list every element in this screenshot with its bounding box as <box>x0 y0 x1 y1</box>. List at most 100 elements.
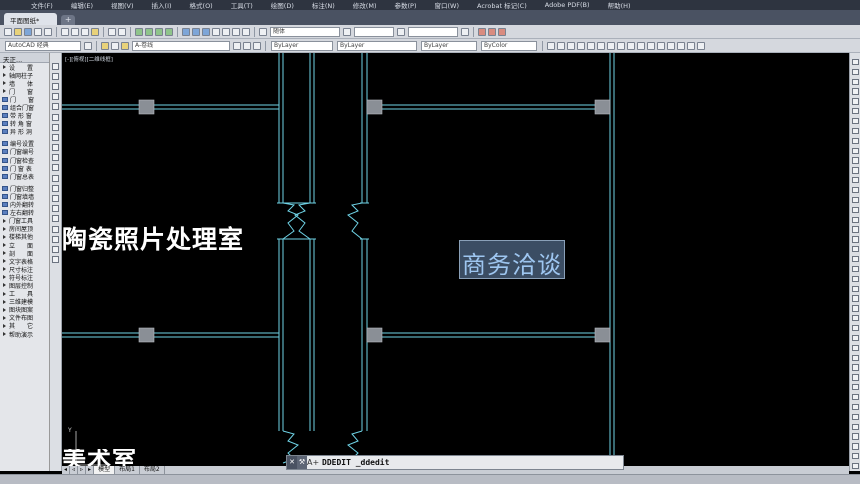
menu-item[interactable]: 修改(M) <box>344 0 386 10</box>
match-properties-icon[interactable] <box>91 27 99 36</box>
tab-next-arrow-icon[interactable]: ▹ <box>78 466 87 474</box>
save-icon[interactable] <box>24 27 32 36</box>
preview-icon[interactable] <box>44 27 52 36</box>
drawing-canvas[interactable] <box>62 53 849 466</box>
copy-object-icon[interactable] <box>851 68 859 75</box>
properties-match-icon[interactable] <box>851 295 859 302</box>
menu-item[interactable]: 帮助(H) <box>599 0 640 10</box>
make-block-icon[interactable] <box>52 184 59 192</box>
workspace-select[interactable]: AutoCAD 经典 <box>5 40 81 51</box>
undo-icon[interactable] <box>108 27 116 36</box>
menu-item[interactable]: 绘图(D) <box>262 0 303 10</box>
viewport-title[interactable]: [-][俯视][二维线框] <box>65 55 113 63</box>
orbit-icon[interactable] <box>851 463 859 470</box>
hatch-icon[interactable] <box>52 205 59 213</box>
extend-icon[interactable] <box>851 157 859 164</box>
recover-icon[interactable] <box>851 433 859 440</box>
print-icon[interactable] <box>34 27 42 36</box>
insert-field-icon[interactable] <box>851 354 859 361</box>
side-menu-title[interactable]: 天正... <box>0 53 49 64</box>
find-icon[interactable] <box>851 344 859 351</box>
offset-icon[interactable] <box>851 88 859 95</box>
zoom-previous-icon[interactable] <box>165 27 173 36</box>
angular-icon[interactable] <box>617 41 625 50</box>
tab-layout1[interactable]: 布局1 <box>115 466 140 474</box>
tolerance-icon[interactable] <box>657 41 665 50</box>
spline-icon[interactable] <box>52 144 59 152</box>
redo-icon[interactable] <box>118 27 126 36</box>
menu-item[interactable]: 参数(P) <box>385 0 425 10</box>
room-label-business[interactable]: 商务洽谈 <box>462 245 562 280</box>
trim-icon[interactable] <box>851 147 859 154</box>
menu-item[interactable]: Acrobat 标记(C) <box>468 0 536 10</box>
workspace-settings-icon[interactable] <box>84 41 92 50</box>
explode-icon[interactable] <box>851 216 859 223</box>
color-select[interactable]: ByLayer <box>271 40 333 51</box>
zoom-realtime-icon[interactable] <box>145 27 153 36</box>
layer-freeze-icon[interactable] <box>851 384 859 391</box>
quick-dim-icon[interactable] <box>627 41 635 50</box>
table-style-select[interactable] <box>408 26 458 37</box>
text-edit-icon[interactable] <box>851 334 859 342</box>
mirror-icon[interactable] <box>851 78 859 85</box>
break-at-point-icon[interactable] <box>851 167 859 174</box>
menu-item[interactable]: 格式(O) <box>181 0 222 10</box>
add-selected-icon[interactable] <box>52 256 59 264</box>
move-icon[interactable] <box>851 108 859 115</box>
scale-icon[interactable] <box>851 127 859 135</box>
fillet-icon[interactable] <box>851 206 859 213</box>
make-current-layer-icon[interactable] <box>233 41 241 50</box>
layer-select[interactable]: A-卷线 <box>132 40 230 51</box>
plotstyle-select[interactable]: ByColor <box>481 40 537 51</box>
point-icon[interactable] <box>52 195 59 203</box>
arc-length-icon[interactable] <box>567 41 575 50</box>
command-line[interactable]: ✕ ⚒ A+ DDEDIT _ddedit <box>286 455 624 470</box>
layer-on-icon[interactable] <box>121 41 129 50</box>
help-icon[interactable] <box>242 27 250 36</box>
tab-prev-arrow-icon[interactable]: ◃ <box>70 466 79 474</box>
design-center-icon[interactable] <box>192 27 200 36</box>
acrobat-review-icon[interactable] <box>498 27 506 36</box>
circle-icon[interactable] <box>52 123 59 131</box>
layer-previous-icon[interactable] <box>243 41 251 50</box>
array-icon[interactable] <box>851 98 859 105</box>
side-menu-item[interactable]: 异 形 洞 <box>0 128 49 136</box>
break-icon[interactable] <box>851 177 859 184</box>
menu-item[interactable]: 工具(T) <box>222 0 262 10</box>
menu-item[interactable]: 插入(I) <box>143 0 181 10</box>
blend-icon[interactable] <box>851 226 859 233</box>
lineweight-select[interactable]: ByLayer <box>421 40 477 51</box>
diameter-icon[interactable] <box>607 41 615 50</box>
region-icon[interactable] <box>52 225 59 233</box>
menu-item[interactable]: Adobe PDF(B) <box>536 1 599 9</box>
sheet-set-icon[interactable] <box>212 27 220 36</box>
menu-item[interactable]: 标注(N) <box>303 0 344 10</box>
dim-edit-icon[interactable] <box>677 41 685 50</box>
dim-style-select[interactable] <box>354 26 394 37</box>
layer-match-icon[interactable] <box>253 41 261 50</box>
menu-item[interactable]: 文件(F) <box>22 0 62 10</box>
close-icon[interactable]: ✕ <box>287 456 297 469</box>
side-menu-item[interactable]: 帮助演示 <box>0 330 49 339</box>
acrobat-email-icon[interactable] <box>488 27 496 36</box>
layer-off-icon[interactable] <box>851 374 859 381</box>
quick-select-icon[interactable] <box>851 305 859 312</box>
ellipse-arc-icon[interactable] <box>52 164 59 172</box>
draw-order-icon[interactable] <box>851 285 859 292</box>
group-icon[interactable] <box>851 315 859 322</box>
continue-icon[interactable] <box>647 41 655 50</box>
jogged-icon[interactable] <box>597 41 605 50</box>
rotate-icon[interactable] <box>851 117 859 125</box>
polyline-icon[interactable] <box>52 82 59 90</box>
layer-walk-icon[interactable] <box>851 403 859 411</box>
text-style-icon[interactable] <box>259 27 267 36</box>
layer-iso-icon[interactable] <box>851 364 859 371</box>
aligned-dim-icon[interactable] <box>557 41 565 50</box>
divide-icon[interactable] <box>851 255 859 263</box>
align-icon[interactable] <box>851 236 859 243</box>
properties-icon[interactable] <box>182 27 190 36</box>
chamfer-icon[interactable] <box>851 196 859 204</box>
arc-icon[interactable] <box>52 113 59 121</box>
wrench-icon[interactable]: ⚒ <box>297 456 307 469</box>
menu-item[interactable]: 视图(V) <box>102 0 143 10</box>
